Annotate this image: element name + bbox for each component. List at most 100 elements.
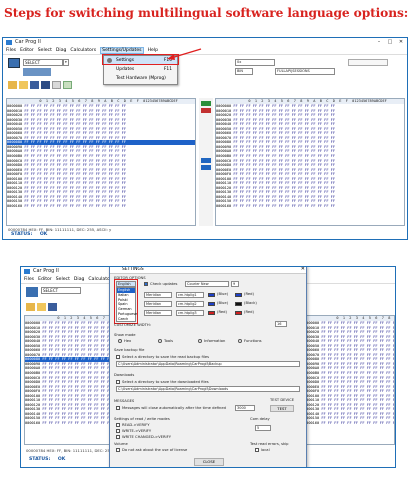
- read-mode-checkbox[interactable]: [116, 435, 120, 439]
- color-swatch[interactable]: [208, 302, 215, 306]
- menu-settings-updates[interactable]: Settings/Updates: [100, 47, 144, 54]
- hex-row[interactable]: 0000160 FF FF FF FF FF FF FF FF FF FF FF…: [216, 204, 404, 209]
- hex-row-bytes: FF FF FF FF FF FF FF FF FF FF FF FF FF F…: [42, 334, 111, 339]
- minimize-icon[interactable]: –: [374, 38, 384, 47]
- hex-row-bytes: FF FF FF FF FF FF FF FF FF FF FF FF FF F…: [321, 366, 394, 371]
- maximize-icon[interactable]: □: [385, 38, 395, 47]
- check-updates-checkbox[interactable]: [144, 282, 148, 286]
- font-face-select[interactable]: Meridian: [144, 310, 172, 316]
- folder-icon-2[interactable]: [26, 303, 35, 311]
- address-field[interactable]: 0x: [235, 59, 275, 66]
- hex-row-bytes: FF FF FF FF FF FF FF FF FF FF FF FF FF F…: [24, 131, 127, 136]
- hex-row-address: 0000010: [7, 108, 25, 113]
- font-face-select[interactable]: Meridian: [144, 301, 172, 307]
- dialog-close-icon[interactable]: ✕: [301, 267, 305, 272]
- show-mode-radio[interactable]: [158, 339, 162, 343]
- hex-pane-right-2[interactable]: 0 1 2 3 4 5 6 7 8 9 A B C D E F 01234567…: [303, 315, 395, 445]
- hex-row-address: 0000060: [25, 348, 43, 353]
- open-folder-icon[interactable]: [19, 81, 28, 89]
- show-mode-radio[interactable]: [238, 339, 242, 343]
- download-path-field[interactable]: C:\Users\Administrator\AppData\Roaming\C…: [116, 386, 300, 392]
- hex-row-address: 00000C0: [216, 158, 234, 163]
- menu-calculators[interactable]: Calculators: [70, 47, 96, 54]
- com-delay-field[interactable]: 5: [255, 425, 271, 431]
- menu-item-updates[interactable]: Updates F11: [104, 65, 177, 74]
- menu-help[interactable]: Help: [148, 47, 158, 54]
- com-delay-label: Com delay: [250, 417, 270, 421]
- arrow-right-icon[interactable]: [201, 101, 211, 106]
- menu-editor-2[interactable]: Editor: [38, 276, 52, 283]
- hex-row[interactable]: 0000160 FF FF FF FF FF FF FF FF FF FF FF…: [7, 204, 195, 209]
- read-mode-checkbox[interactable]: [116, 429, 120, 433]
- device-dropdown-arrow[interactable]: ▾: [63, 59, 69, 66]
- chip-icon-2: [26, 287, 38, 297]
- menu-select-2[interactable]: Select: [56, 276, 70, 283]
- hex-pane-left-2[interactable]: 0 1 2 3 4 5 6 7 8 9 A B C D E F 01234567…: [24, 315, 114, 445]
- hex-row[interactable]: 0000160 FF FF FF FF FF FF FF FF FF FF FF…: [25, 421, 113, 426]
- messages-time-field[interactable]: 3000: [235, 405, 255, 411]
- show-mode-radio[interactable]: [118, 339, 122, 343]
- color-swatch[interactable]: [235, 293, 242, 297]
- color-swatch[interactable]: [208, 293, 215, 297]
- customize-width-label: CUSTOMIZE WIDTH:: [114, 323, 151, 327]
- highlight-select[interactable]: cm.htplig3: [176, 310, 204, 316]
- highlight-select[interactable]: cm.htplig1: [176, 292, 204, 298]
- compare-icon[interactable]: [201, 158, 211, 163]
- menu-select[interactable]: Select: [38, 47, 52, 54]
- hex-pane-right[interactable]: 0 1 2 3 4 5 6 7 8 9 A B C D E F 01234567…: [215, 98, 405, 226]
- hex-row-address: 0000070: [216, 135, 234, 140]
- folder-icon[interactable]: [8, 81, 17, 89]
- hex-rows-right: 0000000 FF FF FF FF FF FF FF FF FF FF FF…: [216, 104, 404, 209]
- backup-path-field[interactable]: C:\Users\Administrator\AppData\Roaming\C…: [116, 361, 300, 367]
- messages-check-label: Messages will close automatically after …: [122, 406, 226, 410]
- highlight-select[interactable]: cm.htplig2: [176, 301, 204, 307]
- close-icon[interactable]: ✕: [396, 38, 406, 47]
- hex-pane-left[interactable]: 0 1 2 3 4 5 6 7 8 9 A B C D E F 01234567…: [6, 98, 196, 226]
- show-mode-radio[interactable]: [198, 339, 202, 343]
- toolbar-spinner[interactable]: [348, 59, 388, 66]
- copy-icon[interactable]: [201, 165, 211, 170]
- save-as-icon[interactable]: [41, 81, 50, 89]
- partial-field[interactable]: FULLAPI|SESSIONS: [275, 68, 335, 75]
- font-select[interactable]: Courier New: [185, 281, 229, 287]
- menu-files[interactable]: Files: [6, 47, 16, 54]
- hex-row-bytes: FF FF FF FF FF FF FF FF FF FF FF FF FF F…: [42, 416, 111, 421]
- test-read-label: Test read errors, skip: [250, 442, 289, 446]
- color-swatch[interactable]: [208, 311, 215, 315]
- local-checkbox[interactable]: [255, 448, 259, 452]
- color-swatch[interactable]: [235, 311, 242, 315]
- downloads-checkbox[interactable]: [116, 380, 120, 384]
- menu-item-test-hardware[interactable]: Test Hardware (Mprog): [104, 74, 177, 83]
- width-spinner[interactable]: 16: [275, 321, 287, 327]
- menu-editor[interactable]: Editor: [20, 47, 34, 54]
- read-mode-checkbox[interactable]: [116, 423, 120, 427]
- status-label-2: STATUS: OK: [29, 457, 65, 462]
- save-icon-2[interactable]: [48, 303, 57, 311]
- format-field[interactable]: BIN: [235, 68, 253, 75]
- hex-row-bytes: FF FF FF FF FF FF FF FF FF FF FF FF FF F…: [321, 321, 394, 325]
- hex-row-bytes: FF FF FF FF FF FF FF FF FF FF FF FF FF F…: [321, 421, 394, 426]
- messages-checkbox[interactable]: [116, 406, 120, 410]
- close-button[interactable]: CLOSE: [194, 458, 224, 466]
- hex-row-bytes: FF FF FF FF FF FF FF FF FF FF FF FF FF F…: [233, 135, 336, 140]
- refresh-icon[interactable]: [63, 81, 72, 89]
- undo-icon[interactable]: [52, 81, 61, 89]
- device-select-2[interactable]: SELECT: [41, 287, 81, 294]
- test-button[interactable]: TEST: [270, 405, 294, 412]
- hex-row-address: 0000040: [7, 122, 25, 127]
- color-label: (Blue): [217, 292, 229, 296]
- menu-diag[interactable]: Diag: [56, 47, 67, 54]
- save-icon[interactable]: [30, 81, 39, 89]
- license-checkbox[interactable]: [116, 448, 120, 452]
- hex-row[interactable]: 0000160 FF FF FF FF FF FF FF FF FF FF FF…: [304, 421, 394, 426]
- font-size-field[interactable]: 9: [231, 281, 239, 287]
- menu-diag-2[interactable]: Diag: [74, 276, 85, 283]
- font-face-select[interactable]: Meridian: [144, 292, 172, 298]
- open-folder-icon-2[interactable]: [37, 303, 46, 311]
- save-backup-checkbox[interactable]: [116, 355, 120, 359]
- save-backup-check-label: Select a directory to save the read back…: [122, 355, 210, 359]
- arrow-left-icon[interactable]: [201, 108, 211, 113]
- device-select[interactable]: SELECT: [23, 59, 63, 66]
- color-swatch[interactable]: [235, 302, 242, 306]
- menu-files-2[interactable]: Files: [24, 276, 34, 283]
